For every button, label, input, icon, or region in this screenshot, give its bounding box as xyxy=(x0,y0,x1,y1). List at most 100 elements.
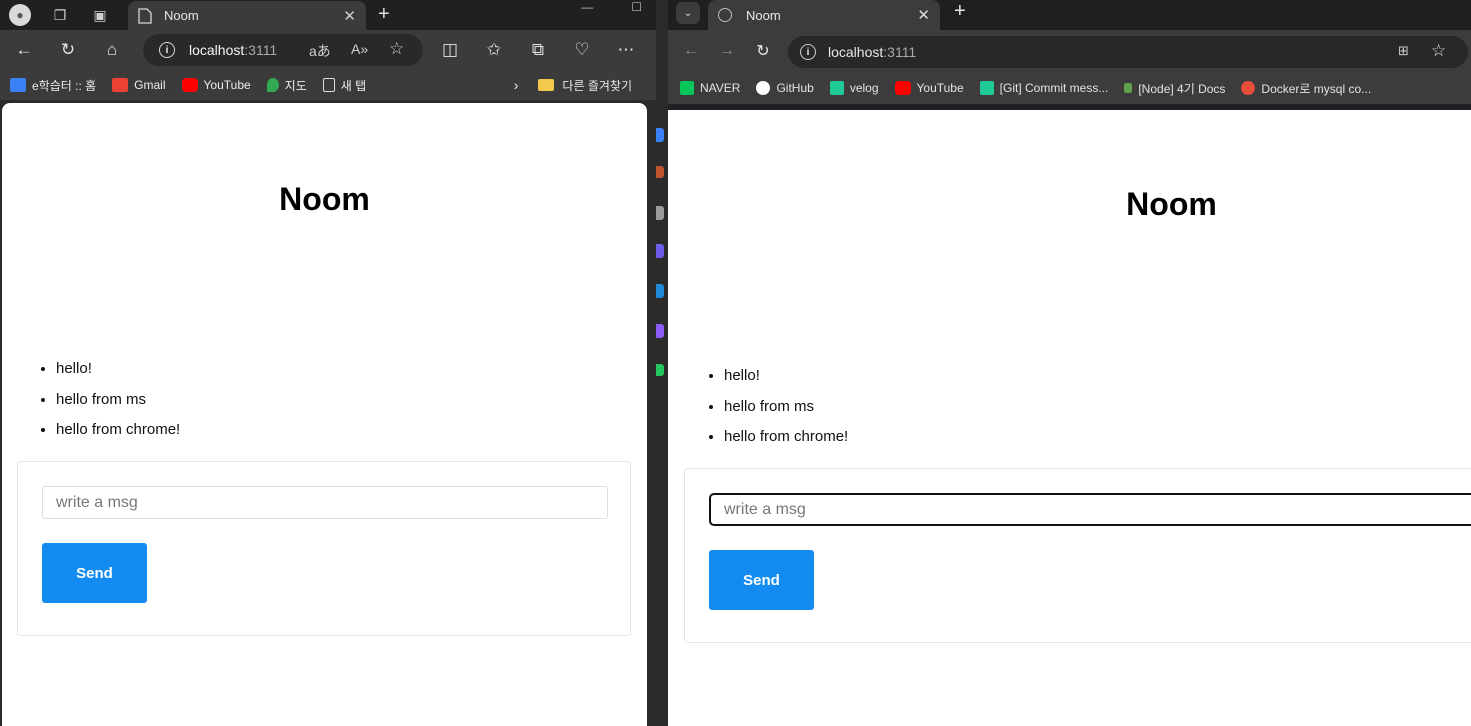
chrome-address-bar[interactable]: i localhost:3111 ⊞ ☆ xyxy=(788,36,1468,68)
favorite-star-icon[interactable]: ☆ xyxy=(389,39,404,59)
chrome-bookmarks-bar: NAVER GitHub velog YouTube [Git] Commit … xyxy=(668,72,1471,104)
bookmark-new-tab[interactable]: 새 탭 xyxy=(322,77,366,94)
new-tab-button[interactable]: + xyxy=(378,3,390,26)
message-form: Send xyxy=(684,468,1471,643)
profile-icon[interactable]: ● xyxy=(6,4,34,26)
bookmark-label: GitHub xyxy=(776,81,814,95)
split-screen-icon[interactable]: ◫ xyxy=(438,38,462,62)
close-icon[interactable]: ✕ xyxy=(343,7,356,25)
bookmark-label: YouTube xyxy=(203,78,251,92)
youtube-icon xyxy=(894,81,911,95)
globe-icon xyxy=(718,8,732,22)
sidebar-outlook-icon[interactable] xyxy=(656,284,664,298)
bookmark-e-learning[interactable]: e학습터 :: 홈 xyxy=(10,77,96,94)
translate-icon[interactable]: ⊞ xyxy=(1398,43,1409,59)
sidebar-shopping-icon[interactable] xyxy=(656,166,664,178)
page-icon xyxy=(138,7,152,24)
bookmark-label: Docker로 mysql co... xyxy=(1261,81,1372,96)
folder-icon xyxy=(538,79,555,91)
message-item: hello from chrome! xyxy=(724,427,848,447)
chrome-window: ⌄ Noom ✕ + ← → ↻ i localhost:3111 ⊞ ☆ NA… xyxy=(668,0,1471,726)
sidebar-games-icon[interactable] xyxy=(656,244,664,258)
edge-tab-noom[interactable]: Noom ✕ xyxy=(128,1,366,30)
bookmark-node-docs[interactable]: [Node] 4기 Docs xyxy=(1124,80,1225,97)
velog-icon xyxy=(979,81,994,95)
bookmark-label: [Node] 4기 Docs xyxy=(1138,81,1226,96)
close-icon[interactable]: ✕ xyxy=(917,6,930,24)
bookmark-youtube[interactable]: YouTube xyxy=(894,81,964,95)
node-icon xyxy=(1124,83,1133,93)
translate-icon[interactable]: aあ xyxy=(309,41,331,61)
message-list: hello! hello from ms hello from chrome! xyxy=(706,366,848,458)
bookmark-github[interactable]: GitHub xyxy=(756,81,814,95)
back-icon[interactable]: ← xyxy=(680,40,702,62)
edge-page-content: Noom hello! hello from ms hello from chr… xyxy=(2,103,647,726)
page-icon xyxy=(322,78,335,92)
bookmark-docker-mysql[interactable]: Docker로 mysql co... xyxy=(1241,80,1371,97)
bookmark-star-icon[interactable]: ☆ xyxy=(1431,41,1446,61)
edge-favorites-bar: e학습터 :: 홈 Gmail YouTube 지도 새 탭 › 다른 즐겨찾기 xyxy=(0,70,656,100)
bookmark-label: e학습터 :: 홈 xyxy=(32,78,97,93)
chrome-tab-noom[interactable]: Noom ✕ xyxy=(708,0,940,30)
message-input[interactable] xyxy=(42,486,608,519)
favorites-icon[interactable]: ✩ xyxy=(482,38,506,62)
bookmark-naver[interactable]: NAVER xyxy=(680,81,740,95)
naver-icon xyxy=(680,81,694,95)
site-info-icon[interactable]: i xyxy=(800,44,816,60)
forward-icon[interactable]: → xyxy=(716,40,738,62)
browser-essentials-icon[interactable]: ♡ xyxy=(570,38,594,62)
message-form: Send xyxy=(17,461,631,636)
read-aloud-icon[interactable]: A» xyxy=(351,41,368,57)
bookmark-youtube[interactable]: YouTube xyxy=(181,78,251,92)
chrome-tab-strip: ⌄ Noom ✕ + xyxy=(668,0,1471,30)
page-title: Noom xyxy=(279,181,370,217)
youtube-icon xyxy=(181,78,198,92)
sidebar-tools-icon[interactable] xyxy=(656,364,664,376)
map-pin-icon xyxy=(266,78,279,92)
bookmark-gmail[interactable]: Gmail xyxy=(112,78,166,92)
send-button[interactable]: Send xyxy=(42,543,147,603)
more-menu-icon[interactable]: ⋯ xyxy=(614,38,638,62)
url-port: :3111 xyxy=(883,44,917,60)
collections-icon[interactable]: ⧉ xyxy=(526,38,550,62)
velog-icon xyxy=(829,81,844,95)
new-tab-button[interactable]: + xyxy=(954,0,966,23)
page-title: Noom xyxy=(1126,186,1217,222)
workspaces-icon[interactable]: ❐ xyxy=(46,4,74,26)
send-button[interactable]: Send xyxy=(709,550,814,610)
bookmark-git-commit[interactable]: [Git] Commit mess... xyxy=(979,81,1109,95)
edge-sidebar xyxy=(656,0,668,726)
message-input[interactable] xyxy=(709,493,1471,526)
github-icon xyxy=(756,81,771,95)
edge-toolbar: ← ↻ ⌂ i localhost:3111 aあ A» ☆ ◫ ✩ ⧉ ♡ ⋯ xyxy=(0,30,656,70)
message-item: hello! xyxy=(56,359,180,379)
edge-address-bar[interactable]: i localhost:3111 aあ A» ☆ xyxy=(143,34,423,66)
tab-actions-icon[interactable]: ▣ xyxy=(86,4,114,26)
chevron-right-icon[interactable]: › xyxy=(514,77,519,93)
chrome-page-content: Noom hello! hello from ms hello from chr… xyxy=(668,110,1471,726)
bookmark-maps[interactable]: 지도 xyxy=(266,77,307,94)
edge-tab-title: Noom xyxy=(164,8,199,23)
bookmark-label: [Git] Commit mess... xyxy=(999,81,1109,95)
bookmark-label: Gmail xyxy=(134,78,166,92)
tab-search-icon[interactable]: ⌄ xyxy=(676,2,700,24)
reload-icon[interactable]: ↻ xyxy=(752,40,774,62)
sidebar-people-icon[interactable] xyxy=(656,206,664,220)
back-icon[interactable]: ← xyxy=(12,38,36,62)
site-info-icon[interactable]: i xyxy=(159,42,175,58)
sidebar-designer-icon[interactable] xyxy=(656,324,664,338)
bookmark-label: NAVER xyxy=(700,81,741,95)
minimize-icon[interactable]: — xyxy=(581,0,593,14)
message-item: hello! xyxy=(724,366,848,386)
sidebar-copilot-icon[interactable] xyxy=(656,128,664,142)
other-favorites[interactable]: › 다른 즐겨찾기 xyxy=(514,70,632,100)
maximize-icon[interactable]: ☐ xyxy=(631,0,642,14)
home-icon[interactable]: ⌂ xyxy=(100,38,124,62)
message-list: hello! hello from ms hello from chrome! xyxy=(38,359,180,451)
bookmark-velog[interactable]: velog xyxy=(829,81,879,95)
url-host: localhost xyxy=(189,42,245,58)
chrome-tab-title: Noom xyxy=(746,7,781,23)
reload-icon[interactable]: ↻ xyxy=(56,38,80,62)
message-item: hello from chrome! xyxy=(56,420,180,440)
url-port: :3111 xyxy=(244,42,278,58)
